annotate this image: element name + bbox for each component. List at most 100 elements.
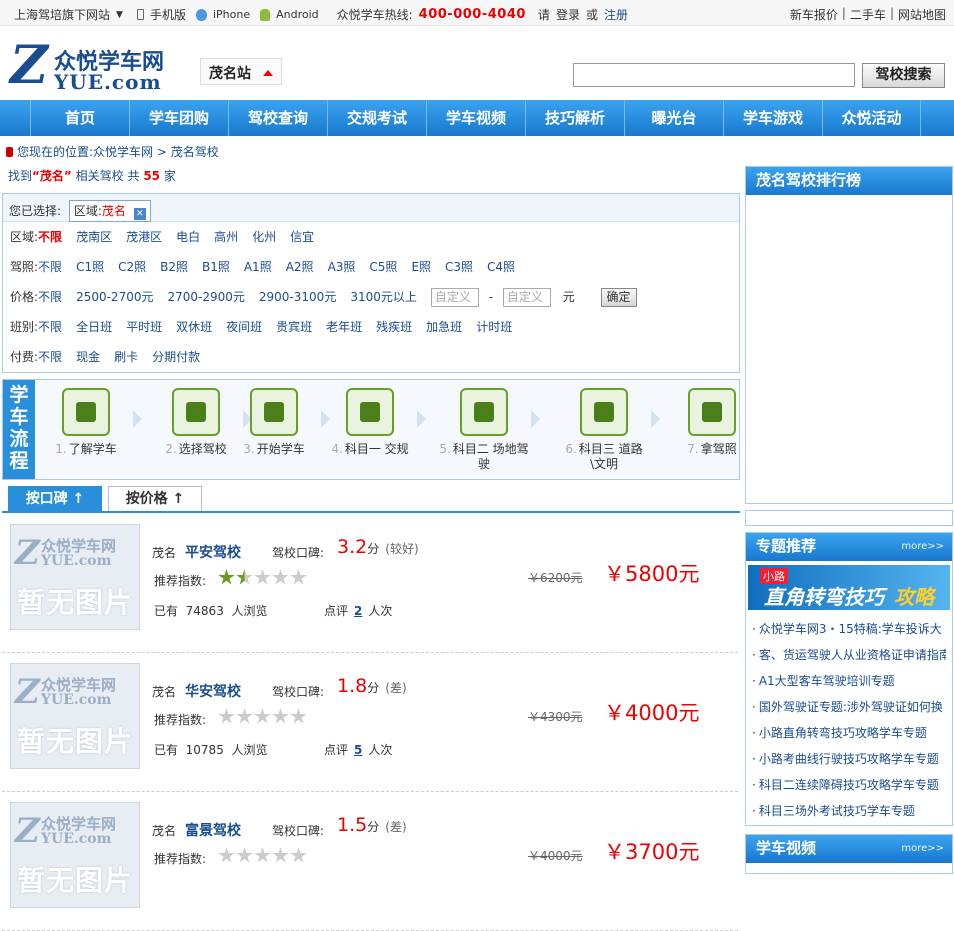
filter-option[interactable]: 高州 xyxy=(214,230,238,244)
login-link[interactable]: 登录 xyxy=(556,6,580,23)
filter-option[interactable]: 茂港区 xyxy=(126,230,162,244)
video-more-link[interactable]: more>> xyxy=(901,835,944,862)
filter-option[interactable]: 贵宾班 xyxy=(276,320,312,334)
school-name[interactable]: 平安驾校 xyxy=(185,542,241,562)
link-new-car[interactable]: 新车报价 xyxy=(790,6,838,23)
filter-option[interactable]: 不限 xyxy=(38,290,62,304)
topic-link[interactable]: 小路考曲线行驶技巧攻略学车专题 xyxy=(752,746,946,772)
price-ok-button[interactable]: 确定 xyxy=(600,288,637,307)
filter-option[interactable]: B1照 xyxy=(202,260,230,274)
tab-sort-rating[interactable]: 按口碑 ↑ xyxy=(8,486,102,512)
nav-home[interactable]: 首页 xyxy=(30,100,129,136)
topic-banner[interactable]: 小路 直角转弯技巧 攻略 xyxy=(748,565,950,610)
cmt-count[interactable]: 5 xyxy=(354,743,362,757)
filter-option[interactable]: 双休班 xyxy=(176,320,212,334)
topic-link[interactable]: A1大型客车驾驶培训专题 xyxy=(752,668,946,694)
tab-sort-price[interactable]: 按价格 ↑ xyxy=(108,486,202,512)
city-selector[interactable]: 茂名站 xyxy=(200,58,282,85)
filter-option[interactable]: A3照 xyxy=(328,260,356,274)
breadcrumb-home[interactable]: 众悦学车网 xyxy=(93,145,153,159)
nav-games[interactable]: 学车游戏 xyxy=(723,100,822,136)
nav-school-search[interactable]: 驾校查询 xyxy=(228,100,327,136)
filter-option[interactable]: 化州 xyxy=(252,230,276,244)
filter-option[interactable]: 夜间班 xyxy=(226,320,262,334)
filter-option[interactable]: 信宜 xyxy=(290,230,314,244)
school-image[interactable]: Z 众悦学车网 YUE.com 暂无图片 xyxy=(10,663,140,769)
school-name[interactable]: 富景驾校 xyxy=(185,820,241,840)
filter-option[interactable]: C1照 xyxy=(76,260,104,274)
topic-title-text: 专题推荐 xyxy=(756,537,817,555)
nav-exposure[interactable]: 曝光台 xyxy=(624,100,723,136)
search-button[interactable]: 驾校搜索 xyxy=(862,63,945,88)
filter-option[interactable]: 加急班 xyxy=(426,320,462,334)
nav-video[interactable]: 学车视频 xyxy=(426,100,525,136)
star-icon xyxy=(290,708,307,724)
school-name[interactable]: 华安驾校 xyxy=(185,681,241,701)
filter-option[interactable]: 电白 xyxy=(176,230,200,244)
close-icon[interactable]: ✕ xyxy=(133,208,146,220)
nav-skills[interactable]: 技巧解析 xyxy=(525,100,624,136)
process-title-text: 学车流程 xyxy=(9,384,29,472)
filter-rows: 区域:不限 茂南区 茂港区 电白 高州 化州 信宜 驾照:不限 C1照 C2照 B2照 B1照 A1照 A… xyxy=(3,222,739,372)
filter-option[interactable]: 2700-2900元 xyxy=(167,290,244,304)
filter-option[interactable]: 平时班 xyxy=(126,320,162,334)
site-logo[interactable]: Z 众悦学车网 YUE.com xyxy=(10,40,190,102)
comments: 点评 2 人次 xyxy=(324,602,392,619)
views-pre: 已有 xyxy=(154,743,179,757)
search-input[interactable] xyxy=(573,63,855,87)
filter-option[interactable]: 不限 xyxy=(38,320,62,334)
site-brand[interactable]: 上海驾培旗下网站 xyxy=(14,6,110,23)
topic-link[interactable]: 客、货运驾驶人从业资格证申请指南 xyxy=(752,642,946,668)
topic-link[interactable]: 国外驾驶证专题:涉外驾驶证如何换 xyxy=(752,694,946,720)
filter-option[interactable]: A2照 xyxy=(286,260,314,274)
nav-activities[interactable]: 众悦活动 xyxy=(822,100,921,136)
filter-option[interactable]: E照 xyxy=(411,260,431,274)
filter-option[interactable]: 2500-2700元 xyxy=(76,290,153,304)
school-image[interactable]: Z 众悦学车网 YUE.com 暂无图片 xyxy=(10,802,140,908)
filter-option[interactable]: 刷卡 xyxy=(114,350,138,364)
filter-option[interactable]: C5照 xyxy=(369,260,397,274)
breadcrumb-current[interactable]: 茂名驾校 xyxy=(171,145,219,159)
filter-option[interactable]: 分期付款 xyxy=(152,350,200,364)
iphone-link[interactable]: iPhone xyxy=(213,8,250,21)
filter-option[interactable]: 计时班 xyxy=(476,320,512,334)
topic-link[interactable]: 科目三场外考试技巧学车专题 xyxy=(752,798,946,824)
chevron-down-icon[interactable]: ▼ xyxy=(116,10,123,20)
cmt-count[interactable]: 2 xyxy=(354,604,362,618)
price-max-input[interactable]: 自定义 xyxy=(502,288,551,307)
step-label: 了解学车 xyxy=(68,442,117,456)
topic-link[interactable]: 科目二连续障碍技巧攻略学车专题 xyxy=(752,772,946,798)
step-icon xyxy=(172,388,220,436)
link-used-car[interactable]: 二手车 xyxy=(850,6,886,23)
filter-option[interactable]: 不限 xyxy=(38,350,62,364)
topic-link[interactable]: 众悦学车网3・15特稿:学车投诉大 xyxy=(752,616,946,642)
filter-option[interactable]: 残疾班 xyxy=(376,320,412,334)
filter-option[interactable]: 老年班 xyxy=(326,320,362,334)
nav-group-buy[interactable]: 学车团购 xyxy=(129,100,228,136)
topic-more-link[interactable]: more>> xyxy=(901,533,944,560)
topic-link[interactable]: 小路直角转弯技巧攻略学车专题 xyxy=(752,720,946,746)
link-sitemap[interactable]: 网站地图 xyxy=(898,6,946,23)
filter-option[interactable]: C4照 xyxy=(487,260,515,274)
nav-traffic-exam[interactable]: 交规考试 xyxy=(327,100,426,136)
filter-option[interactable]: C3照 xyxy=(445,260,473,274)
selected-tag[interactable]: 区域:茂名 ✕ xyxy=(68,200,151,222)
filter-option[interactable]: 茂南区 xyxy=(76,230,112,244)
hotline-label: 众悦学车热线: xyxy=(336,8,413,22)
filter-option[interactable]: 2900-3100元 xyxy=(259,290,336,304)
filter-option[interactable]: B2照 xyxy=(160,260,188,274)
android-link[interactable]: Android xyxy=(276,8,319,21)
filter-option[interactable]: 不限 xyxy=(38,230,62,244)
filter-option[interactable]: A1照 xyxy=(244,260,272,274)
filter-option[interactable]: C2照 xyxy=(118,260,146,274)
star-icon xyxy=(272,847,289,863)
filter-option[interactable]: 全日班 xyxy=(76,320,112,334)
mobile-link[interactable]: 手机版 xyxy=(150,6,186,23)
school-image[interactable]: Z 众悦学车网 YUE.com 暂无图片 xyxy=(10,524,140,630)
filter-option[interactable]: 3100元以上 xyxy=(350,290,417,304)
filter-option[interactable]: 不限 xyxy=(38,260,62,274)
rating-label: 驾校口碑: xyxy=(272,546,325,560)
price-min-input[interactable]: 自定义 xyxy=(430,288,479,307)
filter-option[interactable]: 现金 xyxy=(76,350,100,364)
register-link[interactable]: 注册 xyxy=(604,6,628,23)
